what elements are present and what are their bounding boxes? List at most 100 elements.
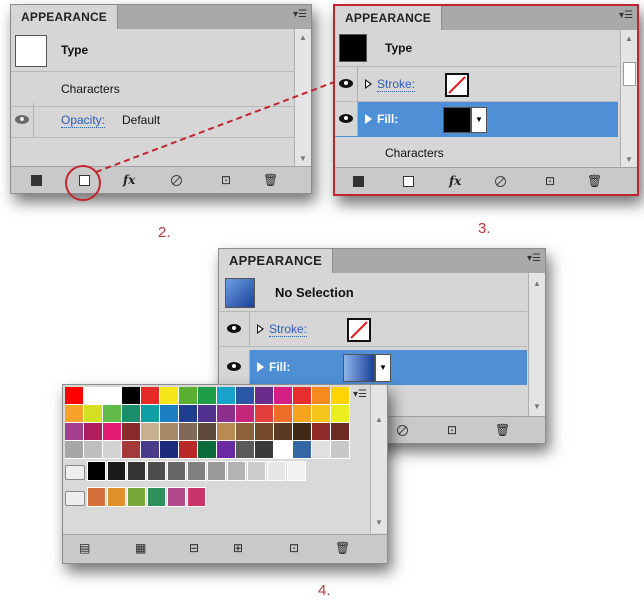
swatch-cell[interactable]	[84, 405, 103, 423]
swatch-cell[interactable]	[147, 487, 166, 507]
swatch-cell[interactable]	[331, 441, 350, 459]
swatch-cell[interactable]	[312, 405, 331, 423]
stroke-link[interactable]: Stroke:	[269, 322, 308, 337]
new-swatch-icon[interactable]: ⊡	[289, 541, 299, 555]
fx-icon[interactable]: fx	[449, 174, 461, 188]
swatch-cell[interactable]	[122, 405, 141, 423]
swatches-menu-icon[interactable]: ▾☰	[353, 389, 367, 401]
characters-row[interactable]: Characters	[335, 137, 618, 168]
swatch-cell[interactable]	[87, 461, 106, 481]
delete-swatch-icon[interactable]: 🗑	[335, 541, 350, 555]
scrollbar[interactable]: ▲ ▼	[528, 273, 545, 417]
add-fill-icon[interactable]	[403, 176, 414, 187]
scroll-thumb[interactable]	[623, 62, 636, 86]
swatch-cell[interactable]	[141, 405, 160, 423]
swatch-cell[interactable]	[179, 423, 198, 441]
swatch-cell[interactable]	[179, 441, 198, 459]
swatch-cell[interactable]	[274, 441, 293, 459]
panel-menu-icon[interactable]: ▾☰	[527, 253, 541, 265]
swatch-cell[interactable]	[217, 423, 236, 441]
swatch-cell[interactable]	[122, 387, 141, 405]
swatch-cell[interactable]	[255, 423, 274, 441]
swatch-cell[interactable]	[122, 441, 141, 459]
disclosure-triangle-icon[interactable]	[257, 324, 264, 334]
visibility-toggle[interactable]	[219, 312, 250, 346]
swatch-cell[interactable]	[236, 441, 255, 459]
new-color-group-icon[interactable]: ⊞	[233, 541, 243, 555]
scroll-up-icon[interactable]: ▲	[375, 415, 383, 424]
disclosure-triangle-icon[interactable]	[365, 114, 372, 124]
selection-row[interactable]: No Selection	[219, 273, 527, 312]
swatch-cell[interactable]	[207, 461, 226, 481]
swatch-cell[interactable]	[217, 405, 236, 423]
swatch-options-icon[interactable]: ⊟	[189, 541, 199, 555]
show-swatch-kinds-icon[interactable]: ▦	[135, 541, 146, 555]
swatch-cell[interactable]	[127, 487, 146, 507]
swatch-cell[interactable]	[293, 405, 312, 423]
scroll-down-icon[interactable]: ▼	[375, 518, 383, 527]
tab-appearance[interactable]: APPEARANCE	[335, 6, 443, 30]
swatch-cell[interactable]	[255, 405, 274, 423]
disclosure-triangle-icon[interactable]	[365, 79, 372, 89]
stroke-none-swatch[interactable]	[347, 318, 371, 342]
scrollbar[interactable]: ▲ ▼	[620, 30, 637, 168]
swatch-cell[interactable]	[103, 441, 122, 459]
fill-row[interactable]: Fill: ▼	[335, 102, 618, 137]
swatch-cell[interactable]	[187, 487, 206, 507]
disclosure-triangle-icon[interactable]	[257, 362, 264, 372]
swatch-cell[interactable]	[160, 387, 179, 405]
swatch-cell[interactable]	[107, 461, 126, 481]
swatch-cell[interactable]	[141, 441, 160, 459]
swatch-cell[interactable]	[127, 461, 146, 481]
scroll-up-icon[interactable]: ▲	[533, 279, 541, 288]
trash-icon[interactable]: 🗑	[587, 174, 602, 188]
swatch-cell[interactable]	[65, 405, 84, 423]
swatch-cell[interactable]	[236, 387, 255, 405]
scroll-up-icon[interactable]: ▲	[625, 34, 633, 43]
stroke-row[interactable]: Stroke:	[335, 67, 618, 102]
swatch-cell[interactable]	[103, 405, 122, 423]
swatch-cell[interactable]	[179, 387, 198, 405]
clear-appearance-icon[interactable]	[397, 425, 408, 436]
fill-gradient-swatch[interactable]	[343, 354, 375, 382]
swatch-cell[interactable]	[267, 461, 286, 481]
swatch-cell[interactable]	[65, 423, 84, 441]
swatch-cell[interactable]	[103, 387, 122, 405]
swatch-cell[interactable]	[255, 441, 274, 459]
type-row[interactable]: Type	[335, 30, 618, 67]
swatch-cell[interactable]	[103, 423, 122, 441]
fill-label[interactable]: Fill:	[269, 360, 290, 374]
swatch-libraries-icon[interactable]: ▤	[79, 541, 90, 555]
scroll-down-icon[interactable]: ▼	[625, 155, 633, 164]
swatch-cell[interactable]	[312, 387, 331, 405]
swatch-cell[interactable]	[274, 423, 293, 441]
swatch-cell[interactable]	[198, 441, 217, 459]
swatch-cell[interactable]	[107, 487, 126, 507]
visibility-toggle[interactable]	[335, 102, 358, 136]
duplicate-icon[interactable]: ⊡	[447, 423, 457, 437]
swatch-cell[interactable]	[217, 387, 236, 405]
swatch-cell[interactable]	[227, 461, 246, 481]
swatch-cell[interactable]	[217, 441, 236, 459]
swatch-cell[interactable]	[65, 441, 84, 459]
swatch-cell[interactable]	[122, 423, 141, 441]
swatch-cell[interactable]	[312, 441, 331, 459]
swatch-cell[interactable]	[293, 387, 312, 405]
swatch-cell[interactable]	[65, 387, 84, 405]
swatch-cell[interactable]	[141, 387, 160, 405]
stroke-none-swatch[interactable]	[445, 73, 469, 97]
swatch-cell[interactable]	[255, 387, 274, 405]
swatch-cell[interactable]	[236, 423, 255, 441]
tab-appearance[interactable]: APPEARANCE	[219, 249, 334, 273]
scroll-down-icon[interactable]: ▼	[533, 402, 541, 411]
swatch-cell[interactable]	[87, 487, 106, 507]
fill-dropdown[interactable]: ▼	[375, 354, 391, 382]
swatch-cell[interactable]	[179, 405, 198, 423]
swatch-cell[interactable]	[84, 441, 103, 459]
visibility-toggle[interactable]	[335, 67, 358, 101]
swatch-cell[interactable]	[331, 387, 350, 405]
swatch-cell[interactable]	[274, 387, 293, 405]
duplicate-icon[interactable]: ⊡	[545, 174, 555, 188]
stroke-row[interactable]: Stroke:	[219, 312, 527, 347]
swatch-cell[interactable]	[293, 441, 312, 459]
